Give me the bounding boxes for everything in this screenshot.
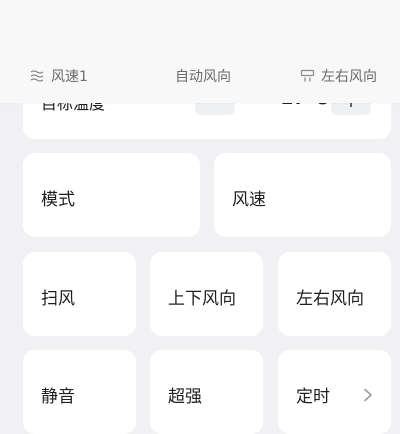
status-fan-speed-text: 风速1 xyxy=(51,69,88,85)
left-right-direction-label: 左右风向 xyxy=(296,289,364,309)
up-down-direction-button[interactable]: 上下风向 xyxy=(150,252,263,336)
quiet-label: 静音 xyxy=(41,387,75,407)
louver-icon xyxy=(300,69,321,83)
timer-button[interactable]: 定时 xyxy=(278,350,391,434)
status-lr-direction-text: 左右风向 xyxy=(321,69,377,85)
wind-icon xyxy=(30,69,51,83)
timer-label: 定时 xyxy=(296,387,330,407)
swing-label: 扫风 xyxy=(41,289,75,309)
fan-speed-button[interactable]: 风速 xyxy=(214,153,391,237)
turbo-label: 超强 xyxy=(168,387,202,407)
up-down-direction-label: 上下风向 xyxy=(168,289,236,309)
mode-button[interactable]: 模式 xyxy=(23,153,200,237)
fan-speed-label: 风速 xyxy=(232,190,266,210)
turbo-button[interactable]: 超强 xyxy=(150,350,263,434)
status-lr-direction: 左右风向 xyxy=(300,66,377,86)
status-fan-speed: 风速1 xyxy=(30,66,88,86)
quiet-button[interactable]: 静音 xyxy=(23,350,136,434)
mode-label: 模式 xyxy=(41,190,75,210)
left-right-direction-button[interactable]: 左右风向 xyxy=(278,252,391,336)
swing-button[interactable]: 扫风 xyxy=(23,252,136,336)
status-auto-direction-text: 自动风向 xyxy=(175,69,231,85)
status-row: 风速1 自动风向 左右风向 xyxy=(0,62,400,88)
chevron-right-icon xyxy=(363,387,373,407)
status-auto-direction: 自动风向 xyxy=(175,66,231,86)
status-header: 风速1 自动风向 左右风向 xyxy=(0,0,400,103)
